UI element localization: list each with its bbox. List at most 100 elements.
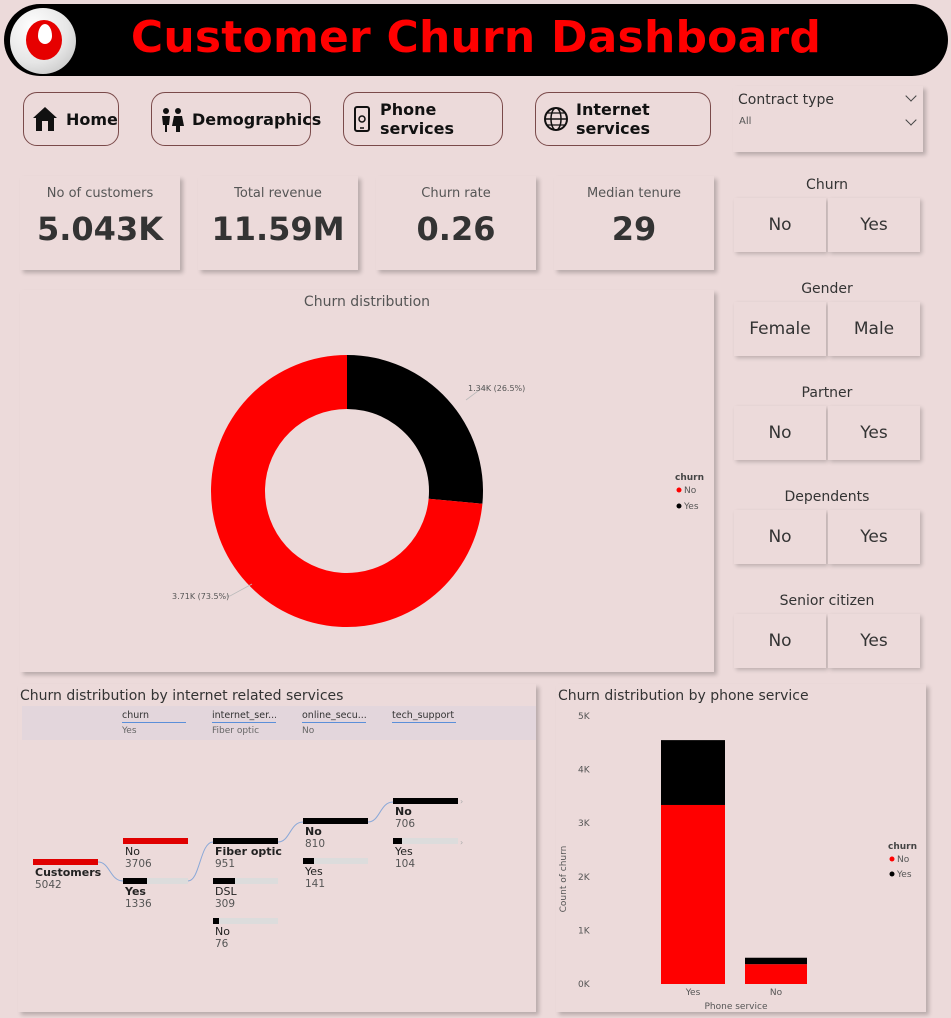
tree-node-bar-yes[interactable] [123, 878, 147, 884]
donut-label-no: 3.71K (73.5%) [172, 592, 229, 601]
chevron-down-icon[interactable] [905, 90, 917, 102]
home-icon [33, 107, 57, 131]
partner-option-yes[interactable]: Yes [828, 406, 920, 460]
tree-node-label: No [305, 825, 322, 838]
tree-column-internet[interactable]: internet_ser... Fiber optic [212, 710, 276, 736]
kpi-card-customers: No of customers 5.043K [20, 176, 180, 270]
tree-node-bar-no-internet[interactable] [213, 918, 219, 924]
bar-no-yes[interactable] [745, 957, 807, 965]
people-icon [162, 108, 184, 132]
tree-node-value: 76 [215, 938, 229, 950]
x-tick-label: No [770, 988, 783, 998]
tree-node-label: No [395, 805, 412, 818]
tree-node-bar-dsl[interactable] [213, 878, 235, 884]
senior-citizen-option-yes[interactable]: Yes [828, 614, 920, 668]
tree-node-label: Yes [125, 885, 146, 898]
chevron-down-icon[interactable] [905, 114, 917, 126]
tree-node-bar-customers[interactable] [33, 859, 98, 865]
contract-type-dropdown[interactable]: Contract type All [733, 86, 923, 152]
gender-option-female[interactable]: Female [734, 302, 826, 356]
tree-column-header: churn Yes internet_ser... Fiber optic on… [22, 706, 536, 740]
senior-citizen-option-no[interactable]: No [734, 614, 826, 668]
tree-column-churn[interactable]: churn Yes [122, 710, 186, 736]
tree-node-customers-value: 5042 [35, 879, 62, 891]
dependents-slicer-title: Dependents [784, 489, 870, 505]
kpi-card-churn-rate: Churn rate 0.26 [376, 176, 536, 270]
phone-icon [354, 106, 370, 132]
tree-node-value: 951 [215, 858, 236, 870]
contract-type-value: All [739, 116, 752, 127]
tree-node-bar-security-no[interactable] [303, 818, 368, 824]
contract-type-label: Contract type [738, 92, 834, 108]
x-tick-label: Yes [685, 988, 701, 998]
kpi-card-median-tenure: Median tenure 29 [554, 176, 714, 270]
tree-node-value: 309 [215, 898, 236, 910]
tree-column-tech-support[interactable]: tech_support [392, 710, 456, 726]
tree-node-label: No [215, 925, 230, 938]
tree-node-value: 1336 [125, 898, 152, 910]
bar-yes-yes[interactable] [661, 740, 725, 805]
phone-service-chart-card: Churn distribution by phone service 0K 1K… [556, 684, 926, 1012]
tree-column-online-security[interactable]: online_secu... No [302, 710, 366, 736]
tree-node-label: No [125, 845, 140, 858]
kpi-label: Total revenue [234, 186, 322, 201]
y-tick-label: 1K [578, 926, 591, 936]
tree-node-label: Yes [305, 865, 323, 878]
churn-distribution-card: Churn distribution 1.34K (26.5%) 3.71K (… [20, 290, 714, 672]
churn-option-yes[interactable]: Yes [828, 198, 920, 252]
tree-chart-title: Churn distribution by internet related s… [20, 688, 344, 704]
kpi-label: Churn rate [421, 186, 491, 201]
tree-node-value: 104 [395, 858, 416, 870]
tree-node-track [393, 838, 458, 844]
partner-slicer-title: Partner [801, 385, 853, 401]
dependents-option-no[interactable]: No [734, 510, 826, 564]
dependents-option-yes[interactable]: Yes [828, 510, 920, 564]
y-tick-label: 4K [578, 766, 591, 776]
bar-no-no[interactable] [745, 964, 807, 984]
tree-node-bar-security-yes[interactable] [303, 858, 314, 864]
bar-legend-yes: Yes [896, 870, 912, 880]
tree-node-value: 3706 [125, 858, 152, 870]
kpi-label: No of customers [46, 186, 154, 201]
tree-node-value: 706 [395, 818, 416, 830]
phone-services-button[interactable]: Phone services [343, 92, 503, 146]
donut-legend-yes: Yes [683, 502, 699, 512]
home-button[interactable]: Home [23, 92, 119, 146]
kpi-value: 0.26 [416, 210, 496, 248]
home-label: Home [66, 109, 118, 129]
tree-node-bar-fiber[interactable] [213, 838, 278, 844]
churn-option-no[interactable]: No [734, 198, 826, 252]
tree-node-bar-support-no[interactable] [393, 798, 458, 804]
churn-slicer-title: Churn [806, 177, 848, 193]
kpi-label: Median tenure [586, 186, 682, 201]
tree-node-label: DSL [215, 885, 237, 898]
y-tick-label: 5K [578, 712, 591, 722]
kpi-value: 11.59M [211, 210, 345, 248]
tree-node-label: Yes [395, 845, 413, 858]
title-bar: Customer Churn Dashboard [4, 4, 948, 76]
phone-service-bar-chart: 0K 1K 2K 3K 4K 5K Yes No Count of churn Phone s… [559, 712, 917, 1012]
tree-node-bar-no[interactable] [123, 838, 188, 844]
tree-node-track [213, 918, 278, 924]
tree-node-customers-label: Customers [35, 866, 102, 879]
donut-slice-yes[interactable] [347, 355, 483, 504]
internet-services-label: Internet services [576, 100, 651, 138]
y-axis-label: Count of churn [559, 846, 569, 913]
bar-legend-title: churn [888, 842, 917, 852]
kpi-value: 5.043K [36, 210, 163, 248]
bar-yes-no[interactable] [661, 804, 725, 984]
gender-slicer-title: Gender [801, 281, 853, 297]
kpi-card-revenue: Total revenue 11.59M [198, 176, 358, 270]
internet-services-button[interactable]: Internet services [535, 92, 711, 146]
y-tick-label: 3K [578, 819, 591, 829]
donut-chart: 1.34K (26.5%) 3.71K (73.5%) churn No Yes [172, 355, 704, 627]
tree-node-bar-support-yes[interactable] [393, 838, 402, 844]
y-tick-label: 0K [578, 980, 591, 990]
partner-option-no[interactable]: No [734, 406, 826, 460]
senior-citizen-slicer-title: Senior citizen [779, 593, 875, 609]
gender-option-male[interactable]: Male [828, 302, 920, 356]
y-tick-label: 2K [578, 873, 591, 883]
tree-node-label: Fiber optic [215, 845, 282, 858]
demographics-button[interactable]: Demographics [151, 92, 321, 146]
globe-icon [544, 107, 568, 131]
